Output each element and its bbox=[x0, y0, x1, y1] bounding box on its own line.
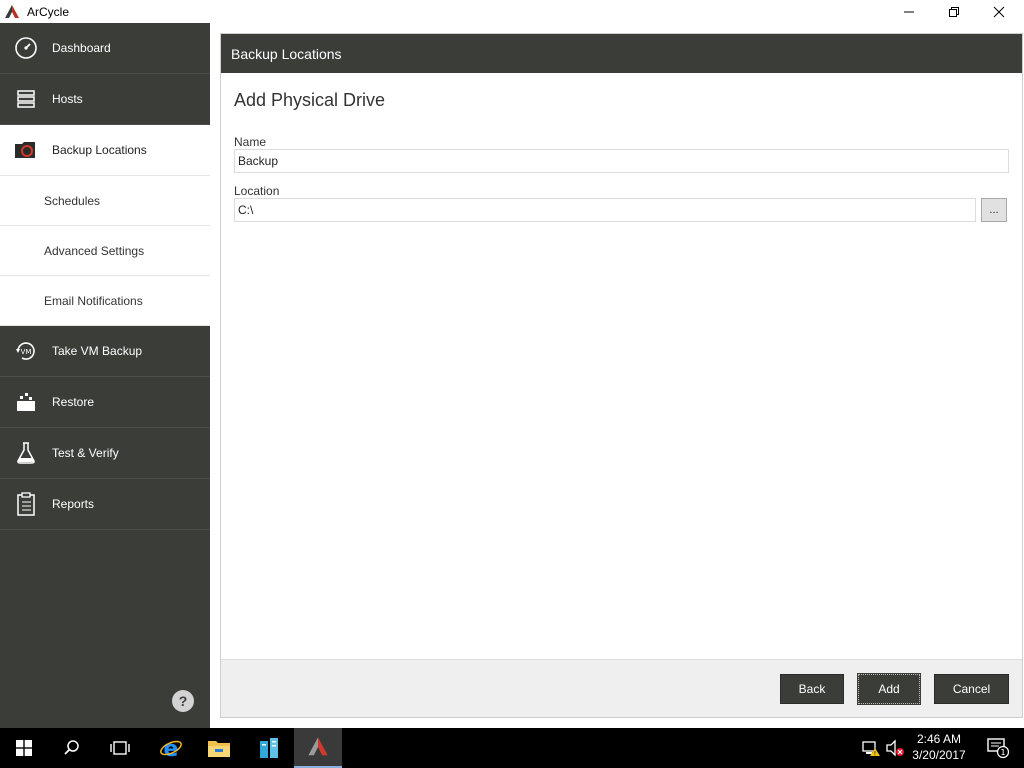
sidebar-subitem-email-notifications[interactable]: Email Notifications bbox=[0, 276, 210, 326]
name-input[interactable] bbox=[234, 149, 1009, 173]
taskbar-arcycle[interactable] bbox=[294, 728, 342, 768]
server-manager-icon bbox=[260, 738, 278, 758]
taskbar: e ! 2:46 AM 3/20/2017 1 bbox=[0, 728, 1024, 768]
taskbar-server-manager[interactable] bbox=[246, 728, 292, 768]
sidebar-item-restore[interactable]: Restore bbox=[0, 377, 210, 428]
svg-text:e: e bbox=[164, 737, 179, 760]
network-tray-button[interactable]: ! bbox=[860, 728, 882, 768]
sidebar-item-label: Take VM Backup bbox=[52, 344, 143, 358]
start-icon bbox=[16, 740, 32, 756]
volume-tray-button[interactable] bbox=[884, 728, 906, 768]
page-title: Add Physical Drive bbox=[234, 90, 386, 110]
task-view-icon bbox=[110, 741, 130, 755]
sidebar-item-dashboard[interactable]: Dashboard bbox=[0, 23, 210, 74]
network-warning-icon: ! bbox=[862, 741, 880, 757]
sidebar-item-test-verify[interactable]: Test & Verify bbox=[0, 428, 210, 479]
start-button[interactable] bbox=[0, 728, 48, 768]
flask-icon bbox=[13, 440, 39, 466]
arcycle-logo-icon bbox=[5, 4, 19, 18]
sidebar-item-label: Restore bbox=[52, 395, 95, 409]
notification-icon: 1 bbox=[987, 738, 1010, 759]
hosts-icon bbox=[13, 86, 39, 112]
sidebar-subitem-advanced-settings[interactable]: Advanced Settings bbox=[0, 226, 210, 276]
file-explorer-icon bbox=[208, 741, 230, 757]
internet-explorer-icon: e bbox=[160, 737, 182, 760]
main-panel: Backup Locations Add Physical Drive Name… bbox=[220, 33, 1023, 718]
taskbar-file-explorer[interactable] bbox=[196, 728, 242, 768]
sidebar-item-backup-locations[interactable]: Backup Locations bbox=[0, 125, 210, 176]
window-title: ArCycle bbox=[27, 4, 70, 19]
taskbar-internet-explorer[interactable]: e bbox=[148, 728, 194, 768]
sidebar-item-label: Dashboard bbox=[52, 41, 111, 55]
taskbar-search-button[interactable] bbox=[48, 728, 96, 768]
restore-icon bbox=[949, 6, 959, 17]
close-icon bbox=[993, 6, 1005, 17]
minimize-button[interactable] bbox=[886, 0, 932, 23]
sidebar-item-label: Backup Locations bbox=[52, 143, 147, 157]
taskbar-clock[interactable]: 2:46 AM 3/20/2017 bbox=[906, 731, 972, 763]
notification-count: 1 bbox=[1000, 748, 1005, 757]
action-center-button[interactable]: 1 bbox=[978, 728, 1018, 768]
search-icon bbox=[64, 740, 79, 755]
location-label: Location bbox=[234, 184, 280, 198]
sidebar-item-hosts[interactable]: Hosts bbox=[0, 74, 210, 125]
svg-text:!: ! bbox=[874, 750, 876, 757]
dashboard-icon bbox=[13, 35, 39, 61]
clock-date: 3/20/2017 bbox=[912, 748, 966, 762]
sidebar-item-reports[interactable]: Reports bbox=[0, 479, 210, 530]
clipboard-icon bbox=[13, 491, 39, 517]
browse-button[interactable]: ... bbox=[981, 198, 1007, 222]
back-button[interactable]: Back bbox=[780, 674, 844, 704]
arcycle-icon bbox=[308, 737, 328, 756]
sidebar-item-label: Reports bbox=[52, 497, 95, 511]
section-header: Backup Locations bbox=[221, 34, 1022, 73]
volume-muted-icon bbox=[886, 739, 904, 757]
sidebar-item-label: Hosts bbox=[52, 92, 83, 106]
svg-text:VM: VM bbox=[21, 348, 32, 356]
cancel-button[interactable]: Cancel bbox=[934, 674, 1009, 704]
close-button[interactable] bbox=[976, 0, 1022, 23]
location-input[interactable] bbox=[234, 198, 976, 222]
add-button[interactable]: Add bbox=[857, 673, 921, 705]
restore-button[interactable] bbox=[931, 0, 977, 23]
sidebar: Dashboard Hosts Backup Locations Schedul… bbox=[0, 23, 210, 728]
help-button[interactable]: ? bbox=[172, 690, 194, 712]
restore-icon bbox=[13, 389, 39, 415]
name-label: Name bbox=[234, 135, 267, 149]
sidebar-item-take-vm-backup[interactable]: VM Take VM Backup bbox=[0, 326, 210, 377]
minimize-icon bbox=[904, 11, 914, 12]
task-view-button[interactable] bbox=[96, 728, 144, 768]
dialog-footer: Back Add Cancel bbox=[221, 659, 1022, 717]
sidebar-subitem-schedules[interactable]: Schedules bbox=[0, 176, 210, 226]
title-bar: ArCycle bbox=[0, 0, 1024, 23]
vm-backup-icon: VM bbox=[13, 338, 39, 364]
sidebar-item-label: Test & Verify bbox=[52, 446, 119, 460]
clock-time: 2:46 AM bbox=[916, 732, 962, 746]
backup-locations-icon bbox=[13, 137, 39, 163]
